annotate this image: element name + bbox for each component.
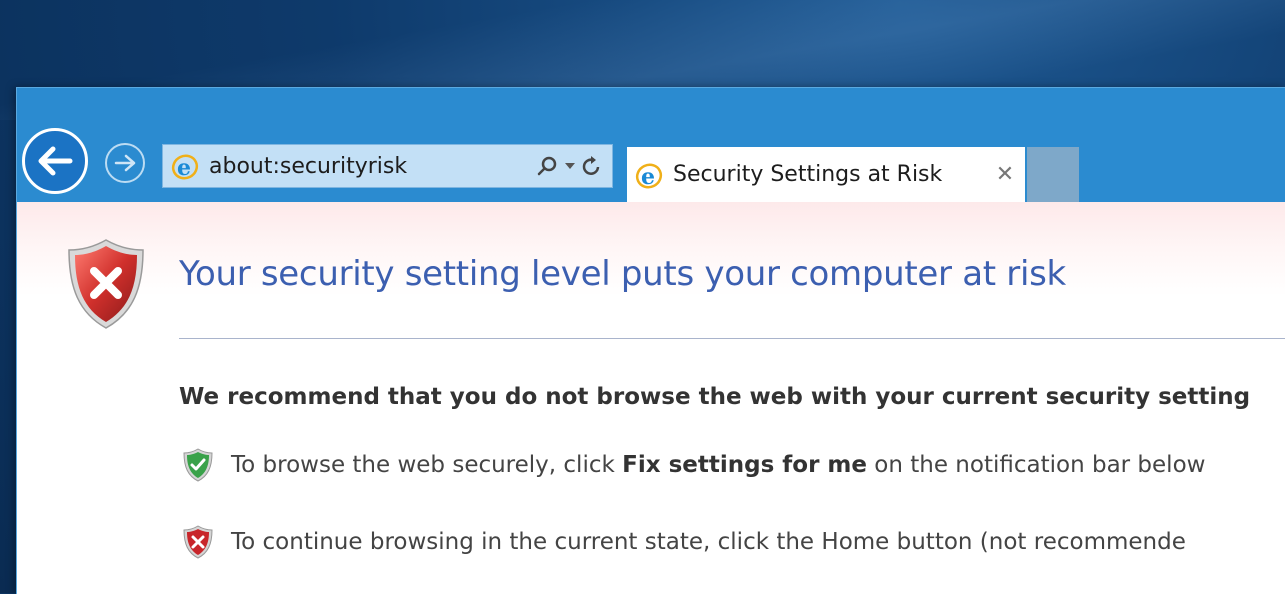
internet-explorer-icon: e [171,154,199,181]
forward-arrow-icon [114,154,136,172]
tab-title: Security Settings at Risk [673,162,943,187]
forward-button[interactable] [105,143,145,183]
back-button[interactable] [22,128,88,194]
tab-close-button[interactable]: ✕ [985,162,1025,187]
browser-window: e about:securityrisk e Security Settings… [16,87,1285,594]
option-continue-browsing: To continue browsing in the current stat… [183,525,1186,559]
svg-text:e: e [641,164,655,190]
tab-security-settings[interactable]: e Security Settings at Risk ✕ [627,147,1025,202]
svg-text:e: e [177,155,191,181]
divider [179,338,1285,339]
shield-check-icon [183,448,213,482]
recommendation-text: We recommend that you do not browse the … [179,384,1251,410]
search-icon[interactable] [536,155,558,177]
option-fix-settings: To browse the web securely, click Fix se… [183,448,1205,482]
page-content: Your security setting level puts your co… [17,202,1285,594]
shield-error-icon [183,525,213,559]
option-fix-suffix: on the notification bar below [866,452,1206,478]
internet-explorer-icon: e [635,163,663,190]
option-fix-prefix: To browse the web securely, click [231,452,623,478]
shield-error-icon [68,239,144,329]
fix-settings-label: Fix settings for me [622,452,867,478]
address-text[interactable]: about:securityrisk [209,154,536,179]
back-arrow-icon [38,146,73,176]
new-tab-button[interactable] [1027,147,1079,202]
refresh-icon[interactable] [582,155,602,177]
option-continue-text: To continue browsing in the current stat… [231,529,1186,555]
chevron-down-icon[interactable] [564,162,576,170]
page-title: Your security setting level puts your co… [179,254,1066,294]
address-bar[interactable]: e about:securityrisk [162,144,613,188]
